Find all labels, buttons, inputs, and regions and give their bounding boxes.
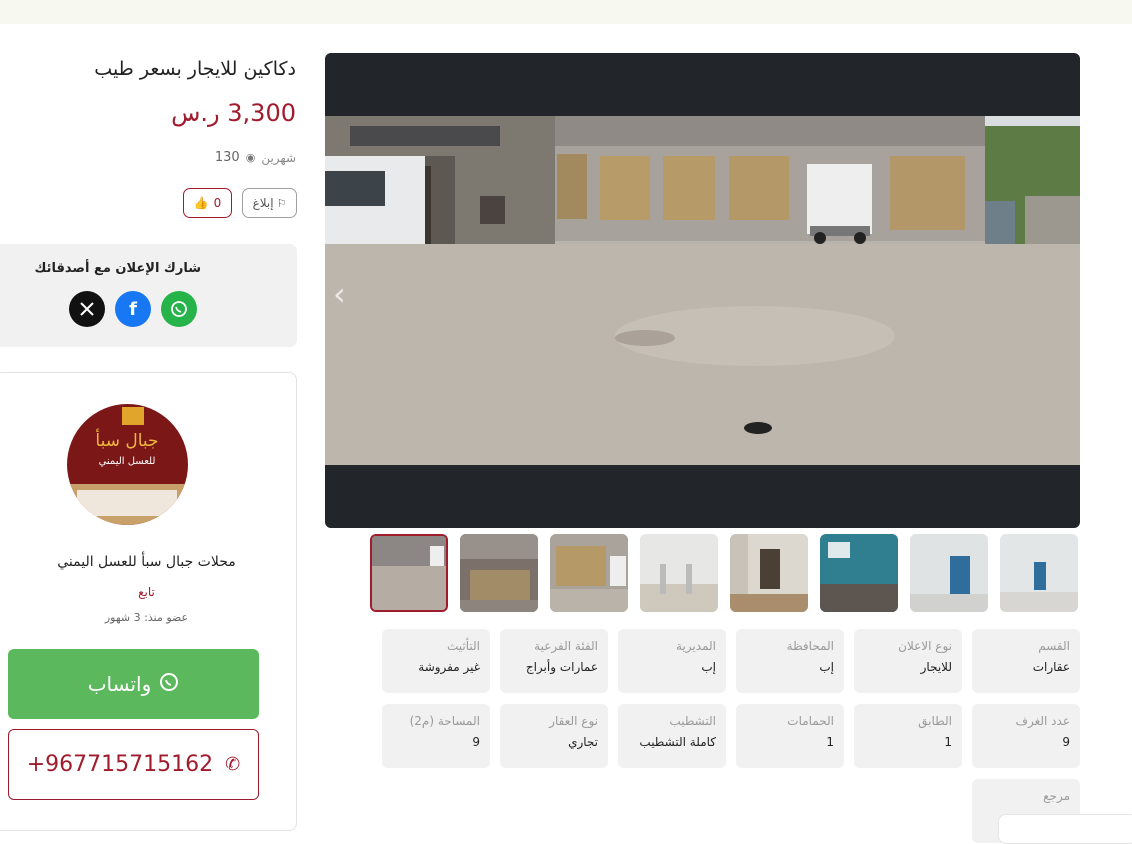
facebook-icon[interactable]: f	[115, 291, 151, 327]
spec-label: الفئة الفرعية	[534, 639, 598, 653]
phone-icon: ✆	[225, 754, 241, 775]
spec-card: التأثيث غير مفروشة	[382, 629, 490, 693]
member-since-value: 3 شهور	[104, 611, 141, 624]
spec-card: القسم عقارات	[972, 629, 1080, 693]
spec-value: إب	[701, 660, 716, 674]
eye-icon: ◉	[245, 151, 256, 164]
seller-avatar[interactable]: جبال سبأ للعسل اليمني	[67, 404, 188, 525]
spec-card: عدد الغرف 9	[972, 704, 1080, 768]
thumbnail-7[interactable]	[910, 534, 988, 612]
spec-label: المحافظة	[786, 639, 834, 653]
spec-label: المساحة (م2)	[409, 714, 480, 728]
flag-icon: ⚐	[276, 196, 287, 210]
logo-line2: للعسل اليمني	[99, 456, 156, 467]
spec-card: المحافظة إب	[736, 629, 844, 693]
thumbnail-8[interactable]	[1000, 534, 1078, 612]
thumbnail-strip	[370, 534, 1080, 612]
member-since-label: عضو منذ:	[144, 611, 189, 624]
follow-link[interactable]: تابع	[0, 585, 298, 599]
spec-value: عقارات	[1032, 660, 1070, 674]
spec-label: مرجع	[1043, 789, 1070, 803]
spec-label: الطابق	[918, 714, 952, 728]
spec-card: التشطيب كاملة التشطيب	[618, 704, 726, 768]
top-bar	[0, 0, 1132, 24]
spec-value: 1	[826, 735, 834, 749]
listing-meta: شهرين ◉ 130	[215, 150, 296, 165]
report-label: إبلاغ	[252, 196, 274, 210]
spec-label: المديرية	[676, 639, 716, 653]
spec-label: عدد الغرف	[1015, 714, 1070, 728]
share-panel: شارك الإعلان مع أصدقائك f	[0, 244, 297, 347]
like-button[interactable]: 👍 0	[183, 188, 232, 218]
seller-name[interactable]: محلات جبال سبأ للعسل اليمني	[0, 554, 298, 570]
spec-label: التشطيب	[669, 714, 716, 728]
spec-card: الحمامات 1	[736, 704, 844, 768]
thumbnail-1[interactable]	[370, 534, 448, 612]
previous-image-icon[interactable]: ‹	[333, 278, 346, 310]
spec-card: نوع العقار تجاري	[500, 704, 608, 768]
listing-price: 3,300 ر.س	[171, 99, 296, 127]
spec-card: الفئة الفرعية عمارات وأبراج	[500, 629, 608, 693]
spec-label: نوع العقار	[549, 714, 598, 728]
spec-value: غير مفروشة	[418, 660, 480, 674]
logo-line1: جبال سبأ	[95, 428, 158, 451]
member-since: عضو منذ: 3 شهور	[0, 611, 298, 624]
whatsapp-icon[interactable]	[161, 291, 197, 327]
x-icon[interactable]	[69, 291, 105, 327]
thumbs-up-icon: 👍	[193, 196, 209, 210]
whatsapp-label: واتساب	[87, 672, 152, 696]
phone-number: +967715715162	[26, 752, 214, 777]
share-title: شارك الإعلان مع أصدقائك	[34, 261, 201, 276]
views-count: 130	[214, 150, 240, 165]
spec-card: نوع الاعلان للايجار	[854, 629, 962, 693]
thumbnail-5[interactable]	[730, 534, 808, 612]
report-button[interactable]: ⚐ إبلاغ	[242, 188, 297, 218]
spec-label: القسم	[1038, 639, 1070, 653]
main-image-viewer[interactable]: ‹	[325, 53, 1080, 528]
whatsapp-icon	[159, 672, 179, 697]
spec-value: إب	[819, 660, 834, 674]
thumbnail-4[interactable]	[640, 534, 718, 612]
thumbnail-3[interactable]	[550, 534, 628, 612]
listing-title: دكاكين للايجار بسعر طيب	[94, 58, 296, 80]
spec-value: 9	[472, 735, 480, 749]
thumbnail-6[interactable]	[820, 534, 898, 612]
like-count: 0	[213, 196, 222, 210]
spec-value: للايجار	[920, 660, 952, 674]
spec-card: المديرية إب	[618, 629, 726, 693]
spec-value: 9	[1062, 735, 1070, 749]
spec-card: الطابق 1	[854, 704, 962, 768]
whatsapp-button[interactable]: واتساب	[8, 649, 259, 719]
seller-card: جبال سبأ للعسل اليمني محلات جبال سبأ للع…	[0, 372, 297, 831]
phone-button[interactable]: +967715715162 ✆	[8, 729, 259, 800]
thumbnail-2[interactable]	[460, 534, 538, 612]
main-photo	[325, 116, 1080, 465]
posted-time: شهرين	[261, 150, 296, 165]
spec-value: تجاري	[568, 735, 598, 749]
spec-value: عمارات وأبراج	[525, 660, 598, 674]
chat-widget[interactable]	[998, 814, 1132, 844]
spec-value: 1	[944, 735, 952, 749]
spec-label: التأثيث	[446, 639, 480, 653]
spec-value: كاملة التشطيب	[639, 735, 716, 749]
spec-card: المساحة (م2) 9	[382, 704, 490, 768]
spec-label: الحمامات	[787, 714, 834, 728]
spec-label: نوع الاعلان	[898, 639, 952, 653]
